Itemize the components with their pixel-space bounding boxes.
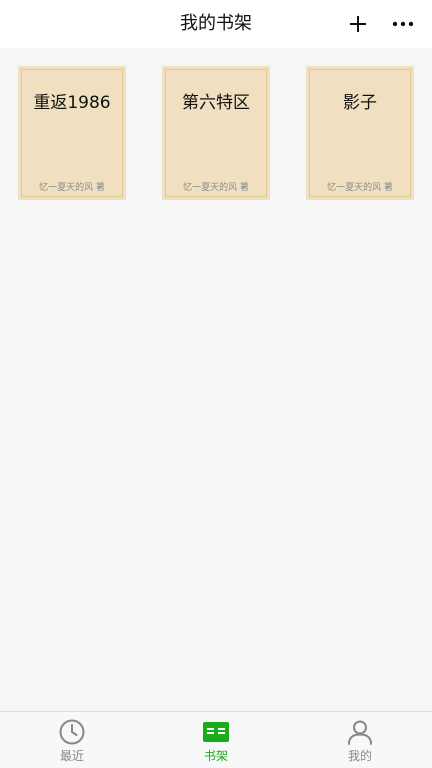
plus-icon bbox=[350, 16, 366, 32]
tab-mine[interactable]: 我的 bbox=[288, 712, 432, 768]
book-cover: 影子 忆一夏天的风 著 bbox=[309, 69, 411, 197]
book-title: 影子 bbox=[343, 93, 377, 113]
tab-label: 书架 bbox=[203, 749, 228, 763]
more-dots-icon bbox=[392, 21, 414, 27]
clock-icon bbox=[58, 718, 86, 746]
tab-recent[interactable]: 最近 bbox=[0, 712, 144, 768]
tab-bookshelf[interactable]: 书架 bbox=[144, 712, 288, 768]
top-bar: 我的书架 bbox=[0, 0, 432, 48]
user-icon bbox=[346, 718, 374, 746]
book-author: 忆一夏天的风 著 bbox=[39, 183, 105, 193]
book-card[interactable]: 影子 忆一夏天的风 著 bbox=[306, 66, 414, 200]
book-cover: 重返1986 忆一夏天的风 著 bbox=[21, 69, 123, 197]
more-options-button[interactable] bbox=[389, 10, 417, 38]
book-title: 第六特区 bbox=[182, 93, 250, 113]
book-card[interactable]: 第六特区 忆一夏天的风 著 bbox=[162, 66, 270, 200]
book-cover: 第六特区 忆一夏天的风 著 bbox=[165, 69, 267, 197]
book-title: 重返1986 bbox=[33, 93, 111, 113]
tab-label: 我的 bbox=[347, 749, 372, 763]
tab-label: 最近 bbox=[59, 749, 84, 763]
book-card[interactable]: 重返1986 忆一夏天的风 著 bbox=[18, 66, 126, 200]
book-author: 忆一夏天的风 著 bbox=[183, 183, 249, 193]
book-author: 忆一夏天的风 著 bbox=[327, 183, 393, 193]
add-book-button[interactable] bbox=[344, 10, 372, 38]
book-icon bbox=[202, 718, 230, 746]
bottom-tab-bar: 最近 书架 我的 bbox=[0, 711, 432, 768]
